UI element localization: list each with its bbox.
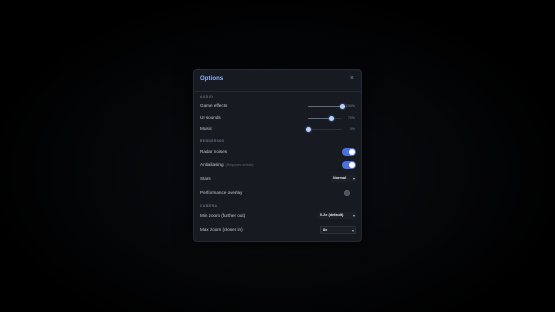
stars-select[interactable]: Normal ▾ <box>331 175 356 182</box>
stars-select-value: Normal <box>333 176 347 180</box>
chevron-down-icon: ▾ <box>352 212 355 218</box>
max-zoom-select[interactable]: 8x ▾ <box>320 226 356 234</box>
min-zoom-select-value: 0.2x (default) <box>320 213 344 217</box>
game-effects-value: 100% <box>345 104 355 108</box>
max-zoom-label: Max zoom (closer in) <box>200 227 243 232</box>
slider-thumb[interactable] <box>339 103 345 109</box>
toggle-knob <box>349 162 355 168</box>
section-rendering: RENDERING <box>200 139 225 143</box>
options-dialog: Options × AUDIO Game effects 100% UI sou… <box>193 69 362 242</box>
slider-fill <box>308 117 332 119</box>
antialiasing-toggle[interactable] <box>342 161 356 169</box>
antialiasing-sublabel: (Requires restart) <box>225 163 254 167</box>
radar-noises-toggle[interactable] <box>342 148 356 156</box>
slider-track <box>308 128 342 130</box>
toggle-knob <box>349 149 355 155</box>
dialog-title: Options <box>200 76 224 82</box>
music-slider[interactable] <box>305 126 342 132</box>
close-icon[interactable]: × <box>350 75 354 83</box>
min-zoom-label: Min zoom (further out) <box>200 213 246 218</box>
section-audio: AUDIO <box>200 95 214 99</box>
max-zoom-select-value: 8x <box>323 228 328 232</box>
antialiasing-label: Antialiasing (Requires restart) <box>200 162 253 167</box>
slider-thumb[interactable] <box>329 115 335 121</box>
antialiasing-label-text: Antialiasing <box>200 162 224 167</box>
dialog-header: Options × <box>194 70 361 92</box>
chevron-down-icon: ▾ <box>351 227 354 233</box>
ui-sounds-value: 70% <box>347 116 355 120</box>
slider-thumb[interactable] <box>305 126 311 132</box>
game-effects-label: Game effects <box>200 103 228 108</box>
stars-label: Stars <box>200 176 211 181</box>
slider-fill <box>308 105 342 107</box>
performance-overlay-toggle[interactable] <box>344 190 350 196</box>
game-effects-slider[interactable] <box>308 103 345 109</box>
radar-noises-label: Radar noises <box>200 149 228 154</box>
min-zoom-select[interactable]: 0.2x (default) ▾ <box>318 212 356 219</box>
chevron-down-icon: ▾ <box>352 175 355 181</box>
ui-sounds-label: UI sounds <box>200 115 221 120</box>
music-value: 0% <box>349 127 355 131</box>
section-camera: CAMERA <box>200 204 218 208</box>
performance-overlay-label: Performance overlay <box>200 190 243 195</box>
ui-sounds-slider[interactable] <box>308 115 342 121</box>
music-label: Music <box>200 126 212 131</box>
